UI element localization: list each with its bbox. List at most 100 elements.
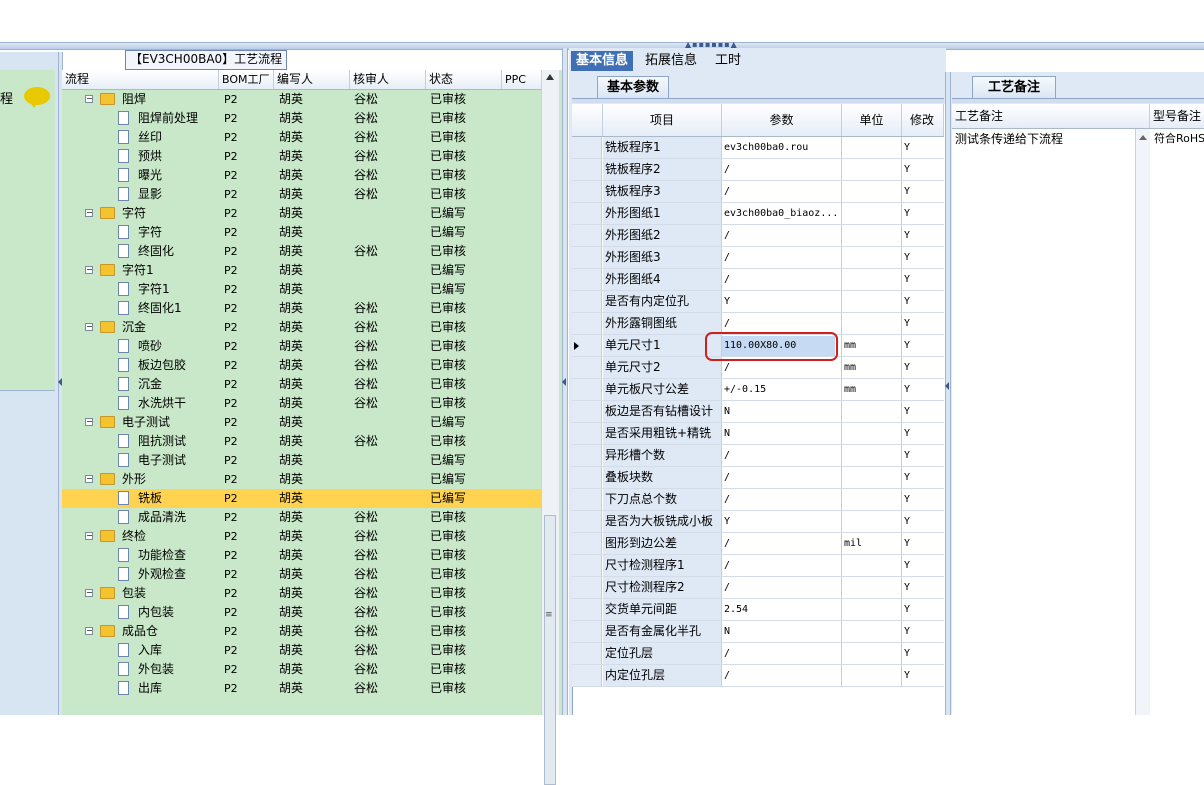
collapse-toggle-icon[interactable]: − [85,532,93,540]
row-selector[interactable] [572,379,602,400]
tree-step-row[interactable]: 预烘 P2 胡英 谷松 已审核 [62,147,541,166]
row-selector[interactable] [572,401,602,422]
param-unit-cell[interactable] [842,445,902,466]
row-selector[interactable] [572,511,602,532]
param-modify-cell[interactable]: Y [902,643,944,664]
param-modify-cell[interactable]: Y [902,203,944,224]
param-unit-cell[interactable]: mm [842,357,902,378]
param-modify-cell[interactable]: Y [902,599,944,620]
row-selector[interactable] [572,225,602,246]
param-row[interactable]: 交货单元间距 2.54 Y [572,599,944,621]
tree-group-row[interactable]: − 外形 P2 胡英 已编写 [62,470,541,489]
scroll-thumb[interactable] [544,515,556,785]
param-unit-cell[interactable] [842,269,902,290]
param-modify-cell[interactable]: Y [902,423,944,444]
tab-work-hours[interactable]: 工时 [710,51,746,71]
collapse-toggle-icon[interactable]: − [85,209,93,217]
param-unit-cell[interactable] [842,181,902,202]
tree-step-row[interactable]: 出库 P2 胡英 谷松 已审核 [62,679,541,698]
param-modify-cell[interactable]: Y [902,247,944,268]
tree-step-row[interactable]: 丝印 P2 胡英 谷松 已审核 [62,128,541,147]
collapse-right-icon[interactable] [945,382,949,390]
param-value-cell[interactable]: ev3ch00ba0.rou [722,137,842,158]
param-modify-cell[interactable]: Y [902,357,944,378]
col-unit[interactable]: 单位 [842,104,902,136]
row-selector[interactable] [572,423,602,444]
param-value-cell[interactable]: / [722,555,842,576]
row-selector[interactable] [572,599,602,620]
param-row[interactable]: 是否采用粗铣+精铣 N Y [572,423,944,445]
param-unit-cell[interactable] [842,247,902,268]
tree-step-row[interactable]: 阻焊前处理 P2 胡英 谷松 已审核 [62,109,541,128]
row-selector[interactable] [572,445,602,466]
param-modify-cell[interactable]: Y [902,269,944,290]
param-modify-cell[interactable]: Y [902,445,944,466]
process-scrollbar[interactable]: ≡ [541,70,559,785]
col-author[interactable]: 编写人 [274,70,350,89]
collapse-toggle-icon[interactable]: − [85,627,93,635]
tree-step-row[interactable]: 内包装 P2 胡英 谷松 已审核 [62,603,541,622]
row-selector[interactable] [572,291,602,312]
collapse-toggle-icon[interactable]: − [85,475,93,483]
param-value-cell[interactable]: / [722,225,842,246]
param-row[interactable]: 铣板程序3/ Y [572,181,944,203]
collapse-middle-icon[interactable] [562,378,566,386]
tree-step-row[interactable]: 终固化1 P2 胡英 谷松 已审核 [62,299,541,318]
col-model-remark[interactable]: 型号备注 [1150,104,1204,128]
param-value-cell[interactable]: N [722,621,842,642]
param-unit-cell[interactable] [842,621,902,642]
param-value-cell[interactable]: ev3ch00ba0_biaoz... [722,203,842,224]
param-value-cell[interactable]: / [722,643,842,664]
row-selector[interactable] [572,665,602,686]
tree-group-row[interactable]: − 终检 P2 胡英 谷松 已审核 [62,527,541,546]
param-row[interactable]: 是否有内定位孔 Y Y [572,291,944,313]
select-all-corner[interactable] [572,104,603,136]
row-selector[interactable] [572,313,602,334]
subtab-basic-params[interactable]: 基本参数 [597,76,669,99]
collapse-toggle-icon[interactable]: − [85,323,93,331]
param-modify-cell[interactable]: Y [902,555,944,576]
scroll-up-icon[interactable] [1139,135,1147,140]
param-modify-cell[interactable]: Y [902,335,944,356]
param-modify-cell[interactable]: Y [902,225,944,246]
param-unit-cell[interactable]: mm [842,379,902,400]
tree-group-row[interactable]: − 沉金 P2 胡英 谷松 已审核 [62,318,541,337]
param-unit-cell[interactable] [842,313,902,334]
param-row[interactable]: 是否有金属化半孔 N Y [572,621,944,643]
param-unit-cell[interactable] [842,665,902,686]
param-row[interactable]: 定位孔层 / Y [572,643,944,665]
param-row[interactable]: 尺寸检测程序2/ Y [572,577,944,599]
param-value-cell[interactable]: N [722,423,842,444]
param-row[interactable]: 单元板尺寸公差 +/-0.15 mm Y [572,379,944,401]
param-unit-cell[interactable] [842,577,902,598]
tree-step-row[interactable]: 板边包胶 P2 胡英 谷松 已审核 [62,356,541,375]
param-value-cell[interactable]: / [722,159,842,180]
tab-basic-info[interactable]: 基本信息 [571,51,634,71]
param-unit-cell[interactable] [842,489,902,510]
param-unit-cell[interactable] [842,511,902,532]
param-value-cell[interactable]: / [722,489,842,510]
param-modify-cell[interactable]: Y [902,181,944,202]
tree-step-row[interactable]: 铣板 P2 胡英 已编写 [62,489,541,508]
col-ppc[interactable]: PPC [502,70,544,89]
param-modify-cell[interactable]: Y [902,621,944,642]
tree-step-row[interactable]: 沉金 P2 胡英 谷松 已审核 [62,375,541,394]
tree-step-row[interactable]: 字符 P2 胡英 已编写 [62,223,541,242]
param-modify-cell[interactable]: Y [902,379,944,400]
tree-step-row[interactable]: 成品清洗 P2 胡英 谷松 已审核 [62,508,541,527]
tree-step-row[interactable]: 电子测试 P2 胡英 已编写 [62,451,541,470]
param-value-cell[interactable]: / [722,577,842,598]
param-value-cell[interactable]: / [722,313,842,334]
param-unit-cell[interactable] [842,467,902,488]
param-unit-cell[interactable] [842,401,902,422]
param-value-cell[interactable]: Y [722,291,842,312]
param-value-cell[interactable]: / [722,533,842,554]
param-row[interactable]: 尺寸检测程序1/ Y [572,555,944,577]
param-modify-cell[interactable]: Y [902,159,944,180]
param-unit-cell[interactable] [842,225,902,246]
tree-step-row[interactable]: 终固化 P2 胡英 谷松 已审核 [62,242,541,261]
param-value-cell[interactable]: / [722,665,842,686]
param-row[interactable]: 是否为大板铣成小板 Y Y [572,511,944,533]
param-modify-cell[interactable]: Y [902,467,944,488]
param-value-cell[interactable]: / [722,247,842,268]
